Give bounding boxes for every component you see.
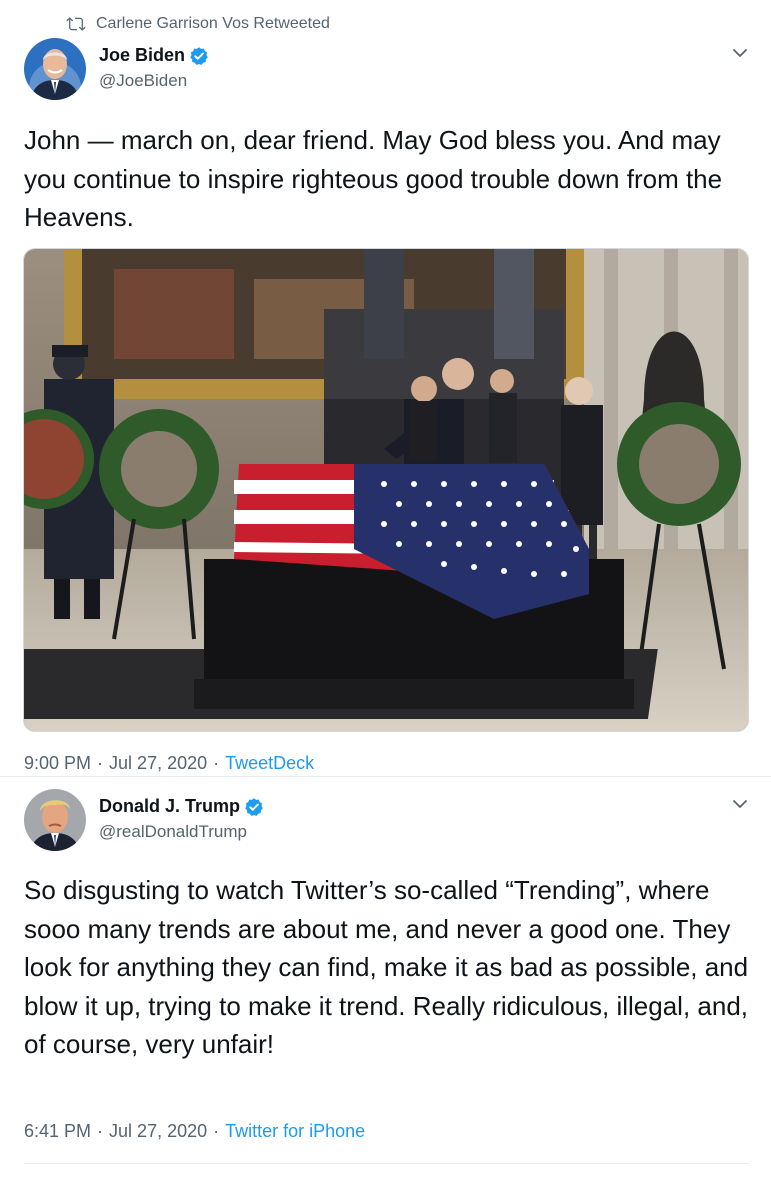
tweet-time[interactable]: 6:41 PM xyxy=(24,1121,91,1142)
author-handle[interactable]: @JoeBiden xyxy=(99,71,187,91)
meta-separator: · xyxy=(97,753,104,773)
tweet-time[interactable]: 9:00 PM xyxy=(24,753,91,774)
chevron-down-icon[interactable] xyxy=(730,794,750,814)
avatar[interactable] xyxy=(24,38,86,100)
author-name-row[interactable]: Joe Biden xyxy=(99,45,209,66)
tweet-meta: 9:00 PM · Jul 27, 2020 · TweetDeck xyxy=(24,753,314,774)
chevron-down-icon[interactable] xyxy=(730,43,750,63)
verified-badge-icon xyxy=(190,46,208,65)
author-handle[interactable]: @realDonaldTrump xyxy=(99,822,247,842)
tweet-date[interactable]: Jul 27, 2020 xyxy=(109,753,207,774)
retweet-context[interactable]: Carlene Garrison Vos Retweeted xyxy=(66,14,330,34)
tweet-source[interactable]: Twitter for iPhone xyxy=(225,1121,365,1142)
retweet-icon xyxy=(66,17,86,31)
tweet-trump[interactable]: Donald J. Trump @realDonaldTrump So disg… xyxy=(0,776,771,1201)
meta-separator: · xyxy=(213,1121,220,1141)
meta-separator: · xyxy=(213,753,220,773)
tweet-meta: 6:41 PM · Jul 27, 2020 · Twitter for iPh… xyxy=(24,1121,365,1142)
avatar[interactable] xyxy=(24,789,86,851)
avatar-image xyxy=(24,789,86,851)
tweet-text: So disgusting to watch Twitter’s so-call… xyxy=(24,875,749,1059)
meta-separator: · xyxy=(97,1121,104,1141)
verified-badge-icon xyxy=(245,797,263,816)
author-name[interactable]: Joe Biden xyxy=(99,45,185,66)
tweet-source[interactable]: TweetDeck xyxy=(225,753,314,774)
divider xyxy=(24,1163,749,1164)
tweet-photo[interactable] xyxy=(23,248,749,732)
tweet-date[interactable]: Jul 27, 2020 xyxy=(109,1121,207,1142)
photo-image xyxy=(24,249,748,731)
retweet-label: Carlene Garrison Vos Retweeted xyxy=(96,15,330,32)
tweet-biden[interactable]: Carlene Garrison Vos Retweeted Joe Biden… xyxy=(0,0,771,776)
author-name[interactable]: Donald J. Trump xyxy=(99,796,240,817)
author-name-row[interactable]: Donald J. Trump xyxy=(99,796,264,817)
tweet-text: John — march on, dear friend. May God bl… xyxy=(24,125,723,232)
avatar-image xyxy=(24,38,86,100)
